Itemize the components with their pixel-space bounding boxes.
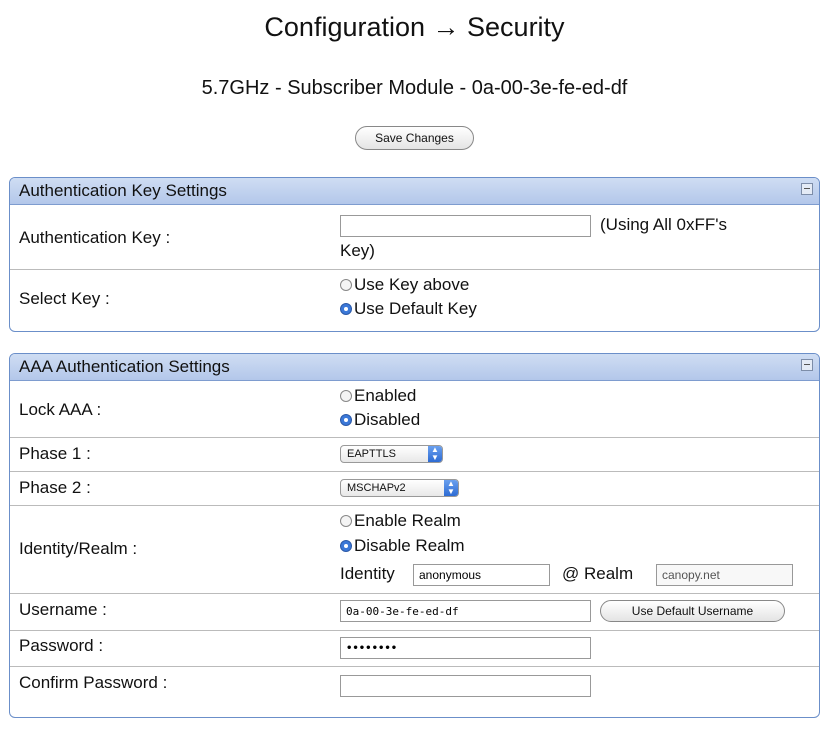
password-row: Password : bbox=[10, 631, 819, 667]
page-title: Configuration → Security bbox=[264, 12, 565, 42]
identity-input[interactable] bbox=[413, 564, 550, 586]
radio-unchecked-icon[interactable] bbox=[340, 279, 352, 291]
lock-aaa-label: Lock AAA : bbox=[19, 400, 102, 419]
auth-key-row: Authentication Key : (Using All 0xFF's K… bbox=[10, 205, 819, 270]
radio-label: Disable Realm bbox=[354, 536, 465, 555]
username-row: Username : Use Default Username bbox=[10, 594, 819, 631]
realm-label: @ Realm bbox=[562, 564, 634, 583]
radio-label: Enabled bbox=[354, 386, 417, 405]
phase2-select[interactable]: MSCHAPv2 ▲ ▼ bbox=[340, 479, 459, 497]
save-changes-button[interactable]: Save Changes bbox=[355, 126, 474, 150]
auth-key-panel-header: Authentication Key Settings bbox=[10, 178, 819, 205]
identity-realm-row: Identity/Realm : Enable Realm Disable Re… bbox=[10, 506, 819, 594]
collapse-icon[interactable] bbox=[801, 359, 813, 371]
radio-lock-disabled[interactable]: Disabled bbox=[340, 410, 420, 430]
radio-use-default-key[interactable]: Use Default Key bbox=[340, 299, 477, 319]
aaa-panel-header: AAA Authentication Settings bbox=[10, 354, 819, 381]
phase1-label: Phase 1 : bbox=[19, 444, 91, 463]
auth-key-note: (Using All 0xFF's bbox=[600, 215, 727, 234]
auth-key-input[interactable] bbox=[340, 215, 591, 237]
confirm-password-row: Confirm Password : bbox=[10, 667, 819, 702]
aaa-panel: AAA Authentication Settings Lock AAA : E… bbox=[9, 353, 820, 718]
select-arrows-icon: ▲ ▼ bbox=[428, 446, 442, 462]
confirm-password-label: Confirm Password : bbox=[19, 673, 168, 692]
radio-label: Disabled bbox=[354, 410, 421, 429]
radio-unchecked-icon[interactable] bbox=[340, 390, 352, 402]
collapse-icon[interactable] bbox=[801, 183, 813, 195]
realm-input[interactable] bbox=[656, 564, 793, 586]
auth-key-note-cont: Key) bbox=[340, 241, 375, 260]
phase1-row: Phase 1 : EAPTTLS ▲ ▼ bbox=[10, 438, 819, 472]
phase2-row: Phase 2 : MSCHAPv2 ▲ ▼ bbox=[10, 472, 819, 506]
phase1-select[interactable]: EAPTTLS ▲ ▼ bbox=[340, 445, 443, 463]
radio-label: Use Key above bbox=[354, 275, 470, 294]
phase2-value: MSCHAPv2 bbox=[347, 482, 406, 494]
radio-lock-enabled[interactable]: Enabled bbox=[340, 386, 416, 406]
username-input[interactable] bbox=[340, 600, 591, 622]
identity-label: Identity bbox=[340, 564, 395, 583]
auth-key-panel-title: Authentication Key Settings bbox=[19, 181, 227, 200]
select-key-label: Select Key : bbox=[19, 289, 110, 308]
page-subtitle: 5.7GHz - Subscriber Module - 0a-00-3e-fe… bbox=[201, 77, 628, 99]
confirm-password-input[interactable] bbox=[340, 675, 591, 697]
phase1-value: EAPTTLS bbox=[347, 448, 396, 460]
auth-key-panel: Authentication Key Settings Authenticati… bbox=[9, 177, 820, 332]
radio-checked-icon[interactable] bbox=[340, 540, 352, 552]
radio-enable-realm[interactable]: Enable Realm bbox=[340, 511, 461, 531]
radio-label: Enable Realm bbox=[354, 511, 461, 530]
auth-key-label: Authentication Key : bbox=[19, 228, 171, 247]
aaa-panel-title: AAA Authentication Settings bbox=[19, 357, 230, 376]
lock-aaa-row: Lock AAA : Enabled Disabled bbox=[10, 381, 819, 438]
radio-use-key-above[interactable]: Use Key above bbox=[340, 275, 469, 295]
select-key-row: Select Key : Use Key above Use Default K… bbox=[10, 270, 819, 330]
radio-unchecked-icon[interactable] bbox=[340, 515, 352, 527]
radio-disable-realm[interactable]: Disable Realm bbox=[340, 536, 465, 556]
radio-checked-icon[interactable] bbox=[340, 303, 352, 315]
phase2-label: Phase 2 : bbox=[19, 478, 91, 497]
select-arrows-icon: ▲ ▼ bbox=[444, 480, 458, 496]
username-label: Username : bbox=[19, 600, 107, 619]
use-default-username-button[interactable]: Use Default Username bbox=[600, 600, 785, 622]
password-label: Password : bbox=[19, 636, 104, 655]
password-input[interactable] bbox=[340, 637, 591, 659]
radio-label: Use Default Key bbox=[354, 299, 477, 318]
radio-checked-icon[interactable] bbox=[340, 414, 352, 426]
identity-realm-label: Identity/Realm : bbox=[19, 539, 138, 558]
